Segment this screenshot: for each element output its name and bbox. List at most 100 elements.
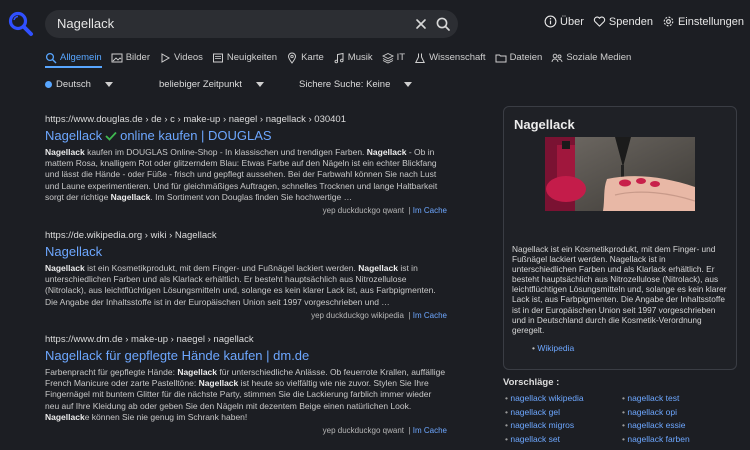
tab-label: Soziale Medien bbox=[566, 52, 632, 63]
result-engines: yep duckduckgo wikipedia | Im Cache bbox=[311, 310, 447, 320]
tab-videos[interactable]: Videos bbox=[159, 50, 203, 66]
image-icon bbox=[111, 53, 123, 62]
chevron-down-icon bbox=[255, 82, 264, 87]
tab-science[interactable]: Wissenschaft bbox=[414, 50, 486, 66]
result-title-link[interactable]: Nagellack bbox=[45, 244, 447, 259]
suggestion-link[interactable]: nagellack farben bbox=[622, 434, 689, 444]
wikipedia-link[interactable]: Wikipedia bbox=[532, 343, 574, 353]
suggestion-link[interactable]: nagellack gel bbox=[505, 407, 560, 417]
about-label: Über bbox=[560, 15, 584, 28]
tab-files[interactable]: Dateien bbox=[495, 50, 543, 66]
check-icon bbox=[105, 131, 117, 141]
search-input[interactable]: Nagellack bbox=[57, 16, 114, 31]
snippet-highlight: Nagellack bbox=[366, 147, 407, 157]
tab-label: Videos bbox=[174, 52, 203, 63]
time-range-select[interactable]: beliebiger Zeitpunkt bbox=[159, 79, 299, 90]
result-engines: yep duckduckgo qwant | Im Cache bbox=[322, 206, 447, 216]
cache-link[interactable]: Im Cache bbox=[413, 206, 447, 215]
layers-icon bbox=[381, 52, 394, 64]
search-icon bbox=[45, 52, 57, 63]
category-tabs: Allgemein Bilder Videos Neuigkeiten Kart… bbox=[45, 50, 631, 68]
suggestion-link[interactable]: nagellack wikipedia bbox=[505, 393, 583, 403]
language-dot-icon bbox=[45, 81, 52, 88]
snippet-highlight: Nagellack bbox=[110, 191, 151, 202]
tab-label: Wissenschaft bbox=[429, 52, 486, 63]
snippet-highlight: Nagellack bbox=[45, 411, 85, 422]
search-result: https://de.wikipedia.org › wiki › Nagell… bbox=[45, 230, 447, 320]
searxng-logo-icon[interactable] bbox=[8, 11, 34, 37]
infobox-title: Nagellack bbox=[514, 117, 575, 132]
about-link[interactable]: Über bbox=[544, 15, 584, 28]
search-result: https://www.dm.de › make-up › naegel › n… bbox=[45, 334, 447, 435]
result-title-link[interactable]: Nagellack online kaufen | DOUGLAS bbox=[45, 128, 447, 143]
engines-list: yep duckduckgo wikipedia bbox=[311, 310, 405, 320]
tab-label: Neuigkeiten bbox=[226, 52, 278, 63]
nail-polish-image bbox=[545, 137, 695, 211]
cache-link[interactable]: Im Cache bbox=[413, 311, 447, 320]
suggestion-link[interactable]: nagellack set bbox=[505, 434, 560, 444]
language-select[interactable]: Deutsch bbox=[45, 79, 157, 90]
result-title-link[interactable]: Nagellack für gepflegte Hände kaufen | d… bbox=[45, 348, 447, 363]
tab-images[interactable]: Bilder bbox=[111, 50, 150, 66]
snippet-highlight: Nagellack bbox=[358, 263, 398, 273]
result-engines: yep duckduckgo qwant | Im Cache bbox=[322, 426, 447, 436]
suggestions-title: Vorschläge : bbox=[503, 377, 560, 388]
result-url[interactable]: https://de.wikipedia.org › wiki › Nagell… bbox=[45, 230, 447, 241]
suggestion-link[interactable]: nagellack essie bbox=[622, 420, 685, 430]
clear-icon[interactable] bbox=[413, 16, 429, 32]
users-icon bbox=[551, 53, 563, 62]
search-box: Nagellack bbox=[45, 10, 458, 38]
flask-icon bbox=[415, 53, 426, 63]
result-snippet: Nagellack kaufen im DOUGLAS Online-Shop … bbox=[45, 147, 438, 202]
language-value: Deutsch bbox=[56, 79, 91, 90]
newspaper-icon bbox=[212, 53, 223, 62]
tab-it[interactable]: IT bbox=[381, 50, 406, 66]
donate-link[interactable]: Spenden bbox=[593, 15, 653, 28]
gear-icon bbox=[663, 16, 674, 27]
result-title-end: online kaufen | DOUGLAS bbox=[120, 128, 272, 143]
result-snippet: Farbenpracht für gepflegte Hände: Nagell… bbox=[45, 367, 446, 422]
result-snippet: Nagellack ist ein Kosmetikprodukt, mit d… bbox=[45, 263, 436, 307]
search-result: https://www.douglas.de › de › c › make-u… bbox=[45, 114, 447, 215]
suggestion-link[interactable]: nagellack migros bbox=[505, 420, 574, 430]
cache-link[interactable]: Im Cache bbox=[413, 426, 447, 435]
tab-social-media[interactable]: Soziale Medien bbox=[551, 50, 631, 66]
settings-link[interactable]: Einstellungen bbox=[662, 15, 744, 28]
settings-label: Einstellungen bbox=[677, 15, 744, 28]
folder-icon bbox=[495, 54, 507, 62]
tab-label: Allgemein bbox=[60, 52, 102, 63]
safe-search-select[interactable]: Sichere Suche: Keine bbox=[299, 79, 413, 90]
snippet-highlight: Nagellack bbox=[177, 367, 218, 377]
tab-news[interactable]: Neuigkeiten bbox=[212, 50, 277, 66]
chevron-down-icon bbox=[104, 82, 113, 87]
top-links: Über Spenden Einstellungen bbox=[544, 15, 744, 28]
result-url[interactable]: https://www.douglas.de › de › c › make-u… bbox=[45, 114, 447, 125]
suggestion-link[interactable]: nagellack test bbox=[622, 393, 679, 403]
tab-general[interactable]: Allgemein bbox=[45, 50, 102, 68]
snippet-highlight: Nagellack bbox=[45, 147, 85, 157]
map-pin-icon bbox=[288, 52, 297, 64]
infobox: Nagellack Nagellack ist ein Kosmetikprod… bbox=[503, 106, 737, 370]
header: Nagellack Über Spenden Einstellungen bbox=[0, 0, 750, 46]
suggestion-link[interactable]: nagellack opi bbox=[622, 407, 677, 417]
result-url[interactable]: https://www.dm.de › make-up › naegel › n… bbox=[45, 334, 447, 345]
time-range-value: beliebiger Zeitpunkt bbox=[159, 79, 242, 90]
tab-label: Musik bbox=[347, 52, 373, 63]
chevron-down-icon bbox=[404, 82, 413, 87]
tab-label: Karte bbox=[301, 52, 324, 63]
tab-music[interactable]: Musik bbox=[333, 50, 373, 66]
heart-icon bbox=[593, 16, 606, 27]
engines-list: yep duckduckgo qwant bbox=[322, 206, 405, 216]
engines-list: yep duckduckgo qwant bbox=[322, 426, 405, 436]
tab-map[interactable]: Karte bbox=[286, 50, 324, 66]
filter-bar: Deutsch beliebiger Zeitpunkt Sichere Suc… bbox=[45, 79, 413, 90]
result-title-start: Nagellack bbox=[45, 244, 103, 259]
info-icon bbox=[544, 15, 557, 28]
result-title-start: Nagellack bbox=[45, 128, 103, 143]
donate-label: Spenden bbox=[608, 15, 653, 28]
tab-label: Dateien bbox=[509, 52, 543, 63]
search-icon[interactable] bbox=[435, 16, 451, 32]
snippet-highlight: Nagellack bbox=[198, 378, 239, 389]
tab-label: IT bbox=[396, 52, 406, 63]
infobox-description: Nagellack ist ein Kosmetikprodukt, mit d… bbox=[512, 244, 727, 335]
